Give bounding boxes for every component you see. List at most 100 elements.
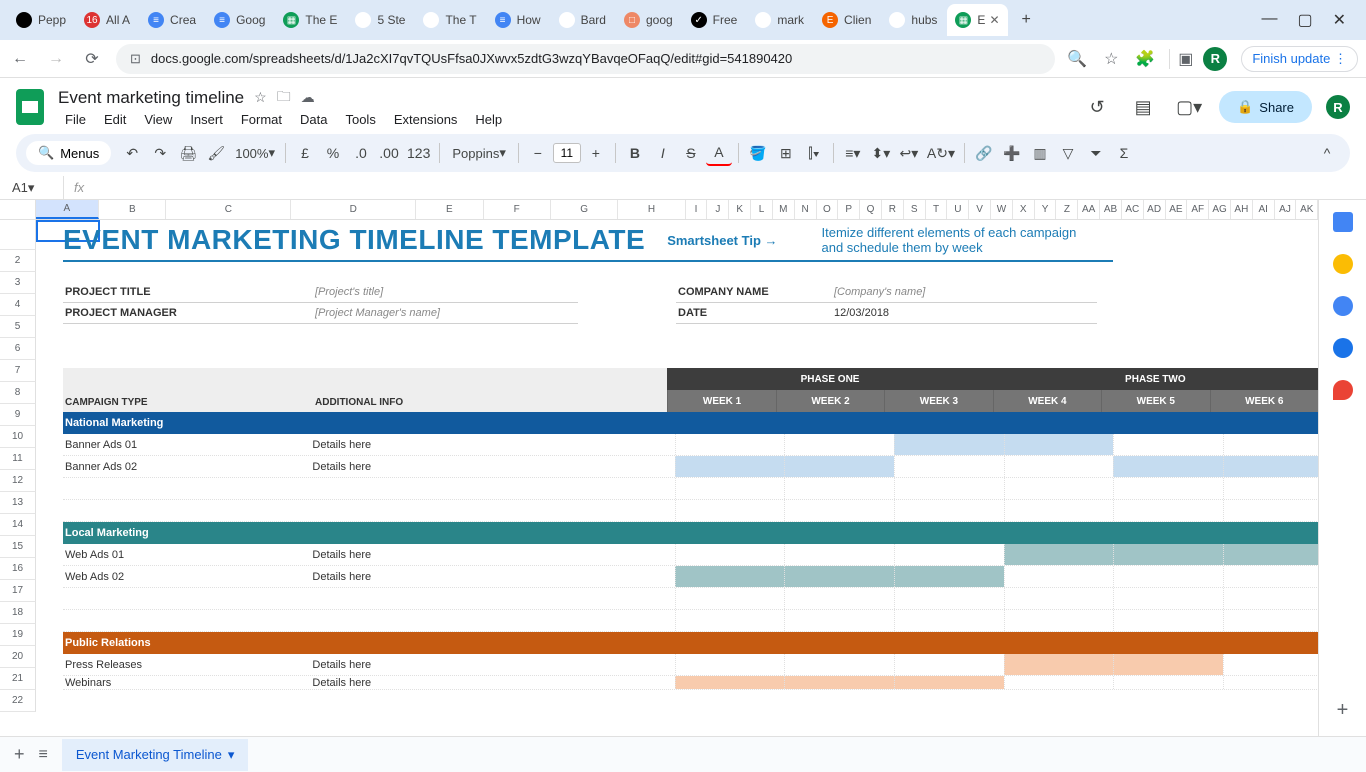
comment-button[interactable]: ➕ <box>999 140 1025 166</box>
print-button[interactable]: 🖨 <box>175 140 201 166</box>
column-header[interactable]: AJ <box>1275 200 1297 219</box>
cloud-status-icon[interactable]: ☁ <box>301 89 315 106</box>
v-align-button[interactable]: ⬍▾ <box>868 140 894 166</box>
functions-button[interactable]: Σ <box>1111 140 1137 166</box>
formula-input[interactable] <box>94 176 1362 199</box>
share-button[interactable]: 🔒 Share <box>1219 91 1312 123</box>
column-header[interactable]: X <box>1013 200 1035 219</box>
date-value[interactable]: 12/03/2018 <box>832 303 1097 324</box>
browser-tab[interactable]: ▦The E <box>275 4 345 36</box>
column-header[interactable]: K <box>729 200 751 219</box>
column-header[interactable]: AE <box>1166 200 1188 219</box>
collapse-toolbar-button[interactable]: ^ <box>1314 140 1340 166</box>
column-header[interactable]: C <box>166 200 291 219</box>
star-icon[interactable]: ☆ <box>254 89 267 106</box>
row-header[interactable] <box>0 220 36 250</box>
column-header[interactable]: Z <box>1056 200 1078 219</box>
decrease-decimal-button[interactable]: .0 <box>348 140 374 166</box>
browser-tab[interactable]: 16All A <box>76 4 138 36</box>
merge-button[interactable]: ⫿▾ <box>801 140 827 166</box>
h-align-button[interactable]: ≡▾ <box>840 140 866 166</box>
undo-button[interactable]: ↶ <box>119 140 145 166</box>
decrease-font-button[interactable]: − <box>525 140 551 166</box>
browser-tab[interactable]: Gmark <box>747 4 812 36</box>
column-header[interactable]: N <box>795 200 817 219</box>
column-header[interactable]: L <box>751 200 773 219</box>
column-header[interactable]: AG <box>1209 200 1231 219</box>
meet-icon[interactable]: ▢▾ <box>1173 91 1205 123</box>
menu-data[interactable]: Data <box>293 110 334 129</box>
menu-view[interactable]: View <box>137 110 179 129</box>
browser-tab[interactable]: ≡How <box>487 4 549 36</box>
menu-tools[interactable]: Tools <box>338 110 382 129</box>
contacts-icon[interactable] <box>1333 338 1353 358</box>
row-header[interactable]: 22 <box>0 690 36 712</box>
menu-insert[interactable]: Insert <box>183 110 230 129</box>
column-header[interactable]: AH <box>1231 200 1253 219</box>
search-menus-button[interactable]: 🔍 Menus <box>26 141 111 165</box>
zoom-select[interactable]: 100% ▾ <box>231 140 279 166</box>
menu-extensions[interactable]: Extensions <box>387 110 465 129</box>
column-header[interactable]: O <box>817 200 839 219</box>
text-color-button[interactable]: A <box>706 140 732 166</box>
minimize-icon[interactable]: — <box>1261 10 1277 30</box>
font-size-input[interactable] <box>553 143 581 163</box>
column-header[interactable]: D <box>291 200 416 219</box>
add-addon-icon[interactable]: + <box>1337 699 1349 722</box>
bookmark-icon[interactable]: ☆ <box>1101 49 1121 69</box>
extensions-icon[interactable]: 🧩 <box>1135 49 1155 69</box>
column-header[interactable]: AI <box>1253 200 1275 219</box>
link-button[interactable]: 🔗 <box>971 140 997 166</box>
company-value[interactable]: [Company's name] <box>832 282 1097 303</box>
smartsheet-tip-link[interactable]: Smartsheet Tip → <box>667 233 777 248</box>
row-header[interactable]: 21 <box>0 668 36 690</box>
chart-button[interactable]: ▥ <box>1027 140 1053 166</box>
keep-icon[interactable] <box>1333 254 1353 274</box>
sheet-tab-active[interactable]: Event Marketing Timeline ▾ <box>62 739 248 771</box>
browser-tab[interactable]: ✦Bard <box>551 4 614 36</box>
row-header[interactable]: 15 <box>0 536 36 558</box>
zoom-icon[interactable]: 🔍 <box>1067 49 1087 69</box>
url-input[interactable]: ⊡ docs.google.com/spreadsheets/d/1Ja2cXI… <box>116 44 1055 74</box>
row-header[interactable]: 12 <box>0 470 36 492</box>
close-window-icon[interactable]: ✕ <box>1333 10 1346 30</box>
browser-tab[interactable]: Pepp <box>8 4 74 36</box>
column-header[interactable]: E <box>416 200 483 219</box>
row-header[interactable]: 10 <box>0 426 36 448</box>
move-icon[interactable]: 🗀 <box>277 86 291 110</box>
borders-button[interactable]: ⊞ <box>773 140 799 166</box>
column-header[interactable]: I <box>686 200 708 219</box>
column-header[interactable]: V <box>969 200 991 219</box>
side-panel-addr-icon[interactable]: ▣ <box>1169 49 1189 69</box>
browser-tab[interactable]: Ghubs <box>881 4 945 36</box>
row-header[interactable]: 7 <box>0 360 36 382</box>
sheets-logo-icon[interactable] <box>16 89 44 125</box>
redo-button[interactable]: ↷ <box>147 140 173 166</box>
tasks-icon[interactable] <box>1333 296 1353 316</box>
add-sheet-button[interactable]: + <box>14 744 25 765</box>
column-header[interactable]: AC <box>1122 200 1144 219</box>
comments-icon[interactable]: ▤ <box>1127 91 1159 123</box>
browser-tab[interactable]: ⊡The T <box>415 4 484 36</box>
menu-help[interactable]: Help <box>468 110 509 129</box>
browser-tab[interactable]: □goog <box>616 4 681 36</box>
row-header[interactable]: 16 <box>0 558 36 580</box>
row-header[interactable]: 4 <box>0 294 36 316</box>
row-header[interactable]: 14 <box>0 514 36 536</box>
browser-tab[interactable]: ◇5 Ste <box>347 4 413 36</box>
browser-tab[interactable]: ✓Free <box>683 4 746 36</box>
maximize-icon[interactable]: ▢ <box>1297 10 1312 30</box>
row-headers[interactable]: 2345678910111213141516171819202122 <box>0 220 36 712</box>
pm-value[interactable]: [Project Manager's name] <box>313 303 578 324</box>
column-header[interactable]: AK <box>1296 200 1318 219</box>
column-header[interactable]: AF <box>1187 200 1209 219</box>
name-box[interactable]: A1 ▾ <box>4 176 64 199</box>
percent-button[interactable]: % <box>320 140 346 166</box>
maps-icon[interactable] <box>1333 380 1353 400</box>
row-header[interactable]: 9 <box>0 404 36 426</box>
column-header[interactable]: AB <box>1100 200 1122 219</box>
paint-format-button[interactable]: 🖌 <box>203 140 229 166</box>
column-header[interactable]: J <box>707 200 729 219</box>
column-header[interactable]: B <box>99 200 166 219</box>
menu-format[interactable]: Format <box>234 110 289 129</box>
